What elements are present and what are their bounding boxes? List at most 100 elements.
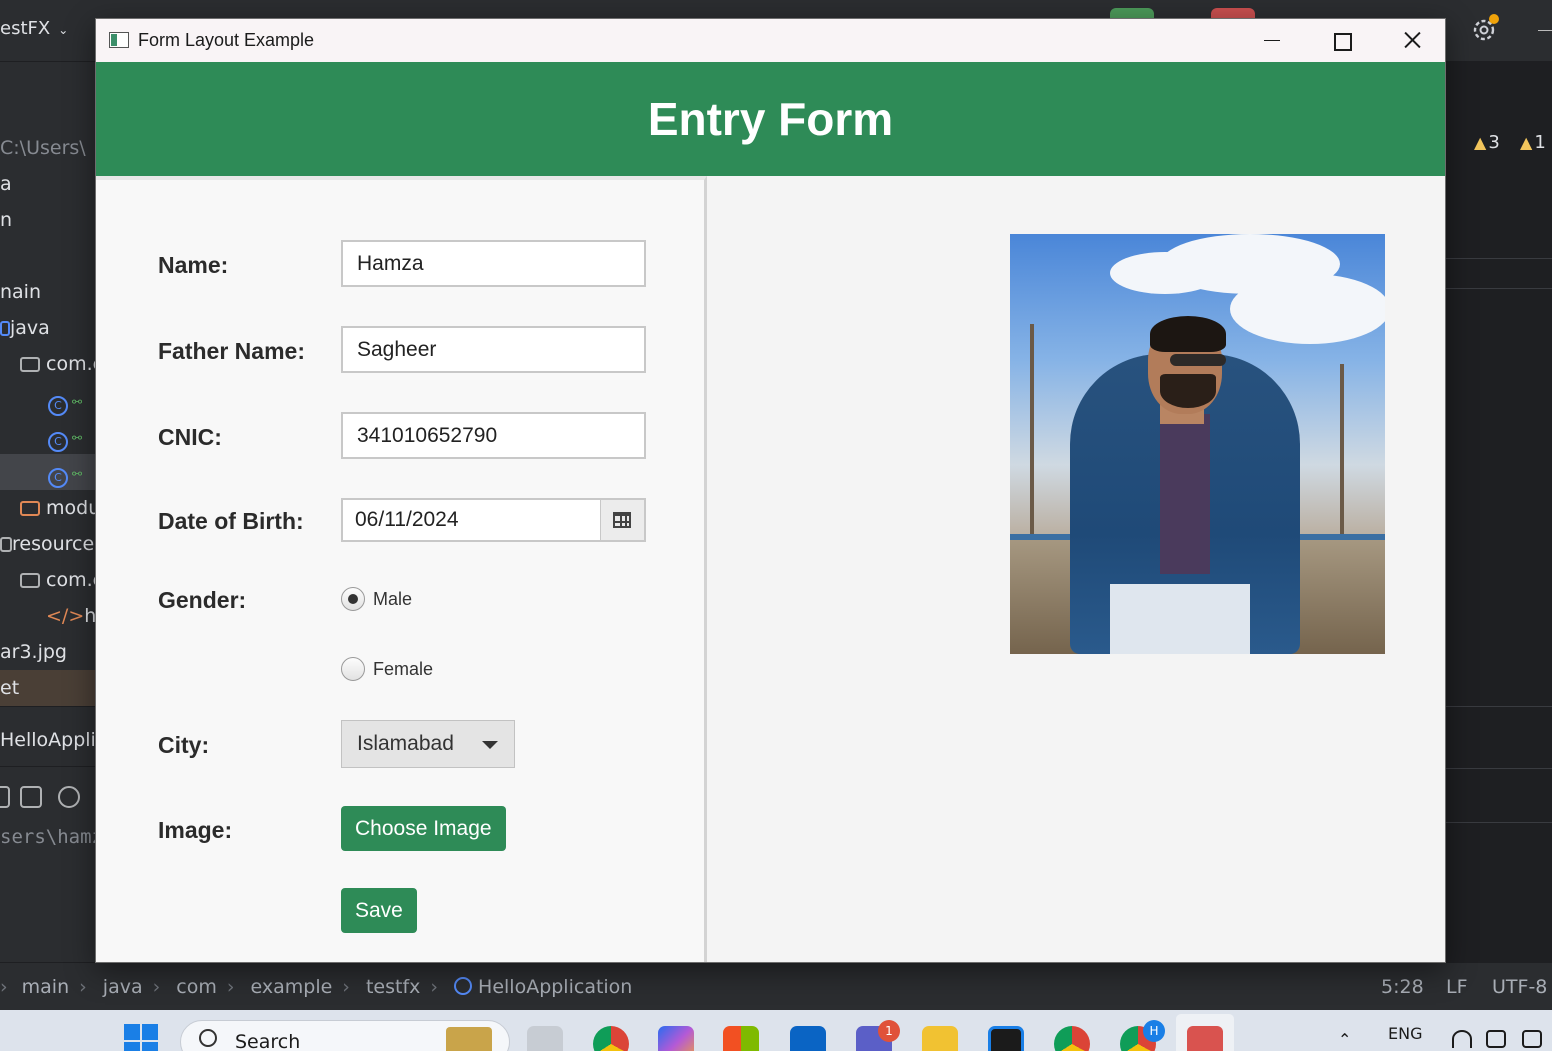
city-combobox[interactable]: Islamabad xyxy=(341,720,515,768)
city-label: City: xyxy=(158,732,210,758)
dob-date-picker[interactable]: 06/11/2024 xyxy=(341,498,646,542)
divider xyxy=(1446,822,1552,823)
class-icon: C xyxy=(48,432,68,452)
lock-icon: ⚯ xyxy=(72,467,83,481)
module-file-icon xyxy=(20,501,40,516)
breadcrumb-item[interactable]: com xyxy=(176,976,217,998)
breadcrumb-item[interactable]: main xyxy=(22,976,69,998)
father-name-label: Father Name: xyxy=(158,338,305,364)
chrome-icon[interactable] xyxy=(593,1026,629,1051)
window-title: Form Layout Example xyxy=(138,30,315,50)
cnic-input[interactable]: 341010652790 xyxy=(341,412,646,459)
active-app-slot[interactable] xyxy=(1176,1014,1234,1051)
window-titlebar[interactable]: Form Layout Example xyxy=(96,19,1445,62)
warning-count-b[interactable]: ▲ 1 xyxy=(1520,132,1546,153)
breadcrumb: › main › java › com › example › testfx › Hell… xyxy=(0,976,633,998)
radio-unchecked-icon xyxy=(341,657,365,681)
divider xyxy=(1446,288,1552,289)
breadcrumb-item[interactable]: example xyxy=(251,976,333,998)
copilot-icon[interactable] xyxy=(658,1026,694,1051)
profiler-gauge-icon[interactable] xyxy=(58,786,80,808)
radio-checked-icon xyxy=(341,587,365,611)
tree-item[interactable]: modu xyxy=(20,490,95,526)
class-icon: C xyxy=(48,468,68,488)
divider xyxy=(1446,706,1552,707)
java-app-icon xyxy=(1187,1026,1223,1051)
task-view-icon[interactable] xyxy=(527,1026,563,1051)
close-button[interactable] xyxy=(1376,19,1446,62)
form-window: Form Layout Example Entry Form Name: Ham… xyxy=(95,18,1446,963)
lock-icon: ⚯ xyxy=(72,431,83,445)
project-tree: C:\Users\ a n nain java com.e C⚯ C⚯ C⚯ m… xyxy=(0,62,95,962)
form-panel: Name: Hamza Father Name: Sagheer CNIC: 3… xyxy=(96,176,707,962)
minimize-button[interactable] xyxy=(1236,19,1306,62)
tree-item[interactable]: resource xyxy=(0,526,95,562)
dob-value: 06/11/2024 xyxy=(355,508,459,531)
tree-item[interactable]: </>he xyxy=(46,598,95,634)
battery-icon[interactable] xyxy=(1522,1030,1542,1048)
exit-icon[interactable] xyxy=(20,786,42,808)
project-name: estFX xyxy=(0,18,51,39)
file-explorer-icon[interactable] xyxy=(922,1026,958,1051)
windows-start-icon[interactable] xyxy=(124,1024,158,1051)
maximize-button[interactable] xyxy=(1306,19,1376,62)
chrome-profile-icon[interactable] xyxy=(1054,1026,1090,1051)
gender-label: Gender: xyxy=(158,587,247,613)
project-selector[interactable]: estFX ⌄ xyxy=(0,18,68,39)
tree-item-selected[interactable]: C ⚯ xyxy=(0,454,95,490)
tree-item[interactable]: C ⚯ xyxy=(48,418,95,454)
profile-photo xyxy=(1010,234,1385,654)
tree-item[interactable]: et xyxy=(0,670,95,706)
breadcrumb-item[interactable]: testfx xyxy=(366,976,420,998)
search-icon xyxy=(199,1029,217,1047)
tree-item[interactable]: com.e xyxy=(20,346,95,382)
caret-position[interactable]: 5:28 xyxy=(1381,976,1424,998)
tree-item[interactable]: C:\Users\ xyxy=(0,130,95,166)
taskbar-search[interactable]: Search xyxy=(180,1020,510,1051)
warning-icon: ▲ xyxy=(1520,133,1533,152)
line-separator[interactable]: LF xyxy=(1446,976,1468,998)
breadcrumb-item[interactable]: java xyxy=(103,976,143,998)
stop-widget[interactable] xyxy=(1211,8,1255,18)
ide-status-bar: › main › java › com › example › testfx › Hell… xyxy=(0,962,1552,1010)
tree-item[interactable]: n xyxy=(0,202,95,238)
warning-count-a[interactable]: ▲ 3 xyxy=(1474,132,1500,153)
city-value: Islamabad xyxy=(357,732,454,755)
wifi-icon[interactable] xyxy=(1452,1030,1472,1048)
save-button[interactable]: Save xyxy=(341,888,417,933)
volume-icon[interactable] xyxy=(1486,1030,1506,1048)
intellij-icon[interactable] xyxy=(988,1026,1024,1051)
divider xyxy=(0,766,95,767)
father-name-input[interactable]: Sagheer xyxy=(341,326,646,373)
divider xyxy=(1446,768,1552,769)
choose-image-button[interactable]: Choose Image xyxy=(341,806,506,851)
app-icon xyxy=(109,32,129,48)
run-widget[interactable] xyxy=(1110,8,1154,18)
terminal-path: sers\hamz xyxy=(0,826,95,848)
minimize-ide-icon[interactable] xyxy=(1538,30,1552,31)
teams-notification-badge: 1 xyxy=(878,1020,900,1042)
tool-icon[interactable] xyxy=(0,786,10,808)
tree-item[interactable]: C ⚯ xyxy=(48,382,95,418)
run-config-tab[interactable]: HelloAppli xyxy=(0,722,95,758)
calendar-button[interactable] xyxy=(600,500,644,540)
folder-icon xyxy=(0,321,10,336)
file-encoding[interactable]: UTF-8 xyxy=(1492,976,1547,998)
language-indicator[interactable]: ENG xyxy=(1388,1024,1422,1043)
tree-item[interactable]: nain xyxy=(0,274,95,310)
tree-item[interactable]: a xyxy=(0,166,95,202)
store-icon[interactable] xyxy=(723,1026,759,1051)
tree-item[interactable]: com.e xyxy=(20,562,95,598)
class-icon xyxy=(454,977,473,995)
radio-label: Male xyxy=(373,589,413,609)
tree-item[interactable]: ar3.jpg xyxy=(0,634,95,670)
image-label: Image: xyxy=(158,817,233,843)
tray-overflow-icon[interactable]: ⌃ xyxy=(1338,1030,1351,1049)
resources-folder-icon xyxy=(0,537,12,552)
folder-icon xyxy=(20,573,40,588)
windows-taskbar: Search 1 H ⌃ ENG xyxy=(0,1010,1552,1051)
outlook-icon[interactable] xyxy=(790,1026,826,1051)
breadcrumb-item[interactable]: HelloApplication xyxy=(478,976,632,998)
tree-item[interactable]: java xyxy=(0,310,95,346)
name-input[interactable]: Hamza xyxy=(341,240,646,287)
